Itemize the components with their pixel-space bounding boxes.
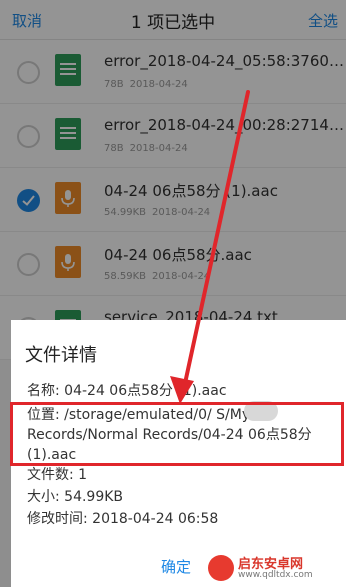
watermark-logo: 启东安卓网 www.qdltdx.com (208, 553, 342, 583)
detail-name: 名称: 04-24 06点58分 (1).aac (27, 383, 227, 399)
watermark-url: www.qdltdx.com (238, 570, 313, 580)
detail-size: 大小: 54.99KB (27, 489, 124, 505)
detail-file-count: 文件数: 1 (27, 467, 88, 483)
ok-button[interactable]: 确定 (161, 556, 191, 577)
detail-modified: 修改时间: 2018-04-24 06:58 (27, 511, 219, 527)
dialog-title: 文件详情 (25, 345, 97, 366)
watermark-icon (208, 555, 234, 581)
annotation-highlight-box (10, 402, 344, 466)
